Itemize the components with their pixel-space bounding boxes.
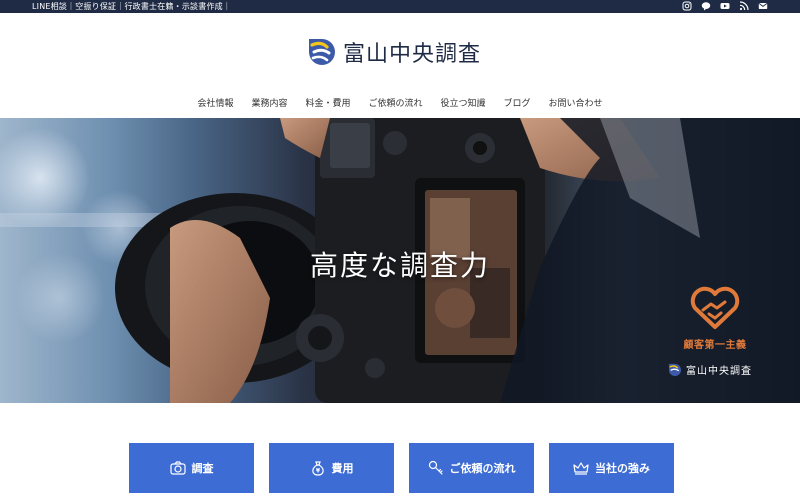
feature-label: ご依頼の流れ [449, 462, 516, 475]
mail-icon[interactable] [758, 1, 768, 11]
camera-icon [169, 460, 186, 476]
hero-logo-text: 富山中央調査 [686, 366, 752, 377]
nav-item-company[interactable]: 会社情報 [188, 96, 242, 109]
customer-first-badge: 顧客第一主義 [680, 286, 750, 351]
feature-button-investigation[interactable]: 調査 [129, 443, 254, 493]
nav-item-contact[interactable]: お問い合わせ [540, 96, 612, 109]
money-bag-icon: ¥ [310, 460, 326, 476]
hero-banner: 高度な調査力 顧客第一主義 富山中央調査 [0, 118, 800, 403]
youtube-icon[interactable] [720, 1, 730, 11]
top-bar: LINE相談｜空振り保証｜行政書士在籍・示談書作成｜ [0, 0, 800, 13]
hero-title-text: 高度な調査力 [309, 249, 490, 282]
social-icons [682, 1, 768, 11]
feature-label: 調査 [191, 462, 214, 475]
top-bar-text: LINE相談｜空振り保証｜行政書士在籍・示談書作成｜ [32, 2, 232, 11]
logo-text: 富山中央調査 [343, 42, 482, 67]
nav-item-knowledge[interactable]: 役立つ知識 [432, 96, 495, 109]
key-icon [428, 460, 444, 476]
nav-item-blog[interactable]: ブログ [495, 96, 540, 109]
main-nav: 会社情報 業務内容 料金・費用 ご依頼の流れ 役立つ知識 ブログ お問い合わせ [0, 96, 800, 109]
hero-title: 高度な調査力 [0, 244, 800, 284]
hero-logo: 富山中央調査 [668, 362, 752, 377]
nav-item-services[interactable]: 業務内容 [242, 96, 296, 109]
feature-label: 当社の強み [595, 462, 650, 475]
crown-icon [573, 460, 589, 476]
feature-buttons: 調査 ¥ 費用 ご依頼の流れ 当社の強み [129, 443, 674, 493]
site-logo[interactable]: 富山中央調査 [307, 36, 481, 68]
feature-label: 費用 [331, 462, 354, 475]
feature-button-cost[interactable]: ¥ 費用 [269, 443, 394, 493]
badge-text: 顧客第一主義 [683, 340, 747, 351]
instagram-icon[interactable] [682, 1, 692, 11]
svg-text:¥: ¥ [315, 468, 320, 475]
nav-item-pricing[interactable]: 料金・費用 [296, 96, 359, 109]
line-icon[interactable] [701, 1, 711, 11]
logo-mark-icon [307, 37, 337, 67]
rss-icon[interactable] [739, 1, 749, 11]
logo-mark-icon [668, 363, 682, 377]
feature-button-flow[interactable]: ご依頼の流れ [409, 443, 534, 493]
nav-item-flow[interactable]: ご依頼の流れ [359, 96, 431, 109]
heart-handshake-icon [680, 286, 750, 330]
feature-button-strengths[interactable]: 当社の強み [549, 443, 674, 493]
